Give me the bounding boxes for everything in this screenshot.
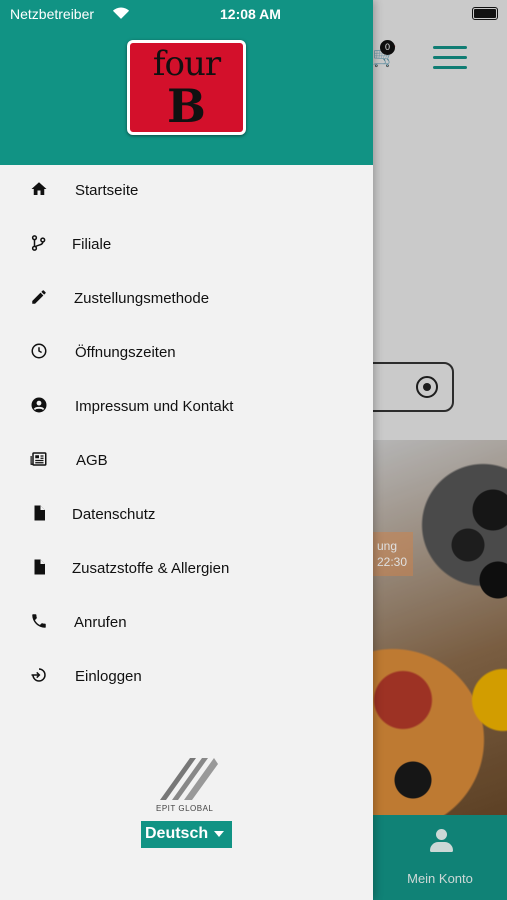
menu-item-filiale[interactable]: Filiale: [0, 219, 373, 273]
logo-line-1: four: [152, 44, 221, 84]
menu-label: Filiale: [72, 236, 112, 253]
epit-global-logo: EPIT GLOBAL: [150, 752, 222, 818]
language-label: Deutsch: [145, 825, 209, 842]
menu-label: Einloggen: [75, 668, 142, 685]
logo-line-2: B: [167, 79, 206, 133]
document-icon: [34, 505, 45, 521]
menu-label: Anrufen: [74, 614, 127, 631]
navigation-drawer: four B Startseite Filiale Zustellungsmet…: [0, 0, 373, 900]
menu-label: Datenschutz: [72, 506, 156, 523]
pencil-icon: [32, 290, 46, 304]
status-time: 12:08 AM: [220, 6, 281, 22]
menu-label: Zustellungsmethode: [74, 290, 210, 307]
menu-item-oeffnungszeiten[interactable]: Öffnungszeiten: [0, 327, 373, 381]
menu-item-einloggen[interactable]: Einloggen: [0, 651, 373, 705]
clock-icon: [31, 343, 47, 359]
home-icon: [31, 182, 47, 195]
menu-item-datenschutz[interactable]: Datenschutz: [0, 489, 373, 543]
four-b-logo: four B: [127, 40, 246, 135]
menu-label: Öffnungszeiten: [75, 344, 176, 361]
drawer-scrim[interactable]: [373, 0, 507, 900]
caret-down-icon: [214, 831, 224, 837]
menu-item-startseite[interactable]: Startseite: [0, 165, 373, 219]
language-dropdown[interactable]: Deutsch: [141, 821, 232, 848]
carrier-name: Netzbetreiber: [10, 6, 95, 22]
battery-icon: [472, 7, 498, 20]
status-bar: Netzbetreiber 12:08 AM: [0, 0, 507, 28]
account-circle-icon: [31, 397, 47, 413]
menu-item-zusatzstoffe-allergien[interactable]: Zusatzstoffe & Allergien: [0, 543, 373, 597]
epit-brand-text: EPIT GLOBAL: [156, 804, 214, 813]
menu-item-agb[interactable]: AGB: [0, 435, 373, 489]
menu-item-zustellungsmethode[interactable]: Zustellungsmethode: [0, 273, 373, 327]
menu-label: Impressum und Kontakt: [75, 398, 234, 415]
menu-item-anrufen[interactable]: Anrufen: [0, 597, 373, 651]
newspaper-icon: [30, 452, 47, 466]
menu-label: Startseite: [75, 182, 139, 199]
menu-label: Zusatzstoffe & Allergien: [72, 560, 230, 577]
phone-icon: [32, 614, 46, 628]
menu-label: AGB: [76, 452, 108, 469]
login-icon: [31, 668, 46, 682]
branch-icon: [31, 235, 46, 251]
epit-logo-mark: [160, 758, 218, 800]
wifi-icon: [112, 7, 130, 19]
menu-item-impressum-kontakt[interactable]: Impressum und Kontakt: [0, 381, 373, 435]
document-icon: [34, 559, 45, 575]
